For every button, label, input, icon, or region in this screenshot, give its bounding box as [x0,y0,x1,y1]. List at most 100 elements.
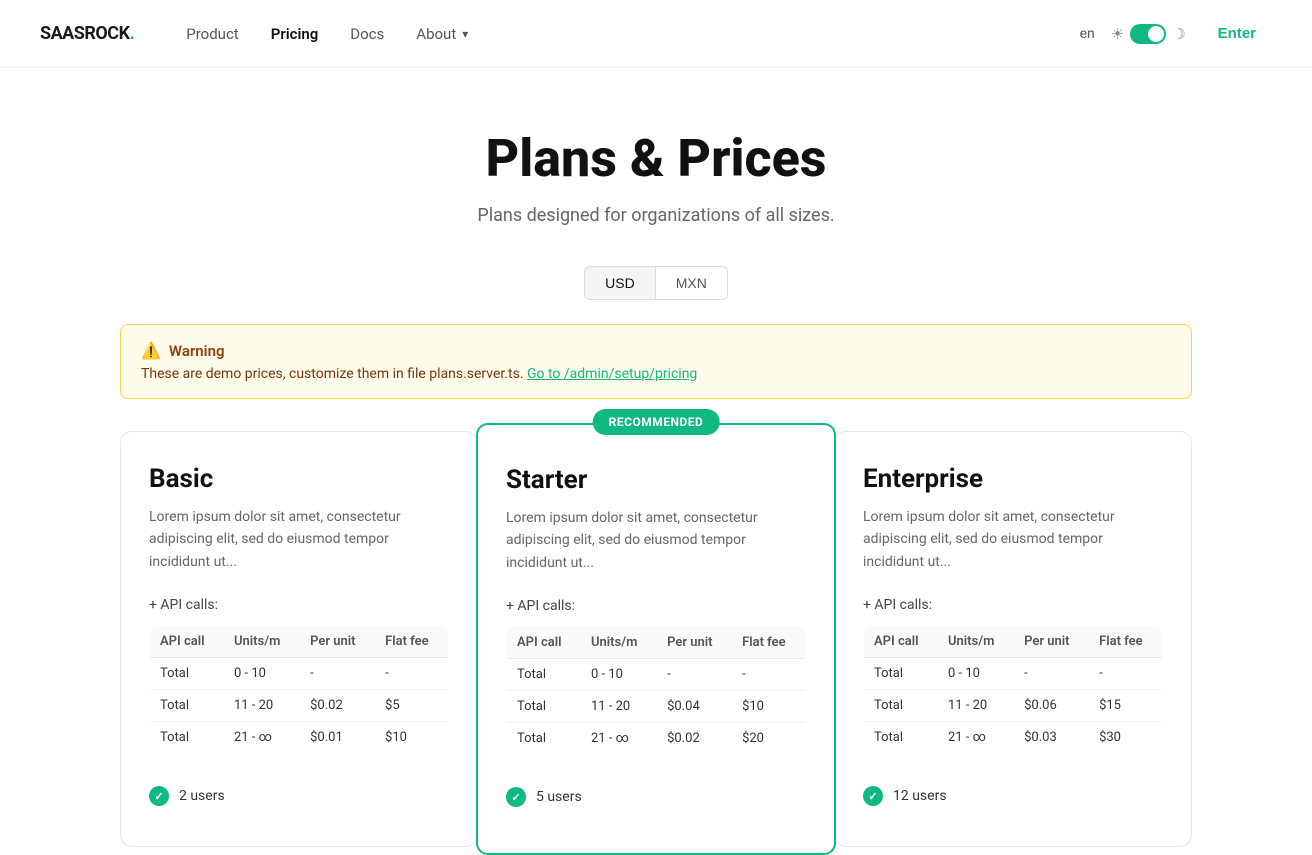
starter-col-perunit: Per unit [657,627,732,659]
nav-docs[interactable]: Docs [338,17,396,51]
currency-usd[interactable]: USD [584,266,656,300]
basic-row0-units: 0 - 10 [224,658,300,690]
starter-row2-flatfee: $20 [732,723,805,755]
logo-rock: ROCK [84,23,129,44]
enterprise-col-flatfee: Flat fee [1089,626,1162,658]
table-row: Total 21 - ∞ $0.01 $10 [150,722,449,754]
basic-row2-flatfee: $10 [375,722,448,754]
enterprise-row2-call: Total [864,722,938,754]
starter-feature-users: 5 users [506,779,806,815]
theme-toggle-switch[interactable] [1130,24,1166,44]
toggle-knob [1148,26,1164,42]
plan-basic-name: Basic [149,464,449,494]
plan-starter-api-label: + API calls: [506,598,806,614]
plan-enterprise-name: Enterprise [863,464,1163,494]
enterprise-row0-flatfee: - [1089,658,1162,690]
plan-basic: Basic Lorem ipsum dolor sit amet, consec… [120,431,478,847]
chevron-down-icon: ▾ [462,27,468,41]
basic-col-units: Units/m [224,626,300,658]
plan-enterprise-description: Lorem ipsum dolor sit amet, consectetur … [863,506,1163,573]
starter-row0-call: Total [507,659,581,691]
starter-row0-units: 0 - 10 [581,659,657,691]
starter-users-label: 5 users [536,789,582,805]
navbar-left: SAASROCK. Product Pricing Docs About ▾ [40,17,480,51]
hero-section: Plans & Prices Plans designed for organi… [0,68,1312,266]
enterprise-col-units: Units/m [938,626,1014,658]
plan-basic-api-table: API call Units/m Per unit Flat fee Total… [149,625,449,754]
basic-row0-call: Total [150,658,224,690]
starter-col-api: API call [507,627,581,659]
hero-subtitle: Plans designed for organizations of all … [20,205,1292,226]
basic-row1-flatfee: $5 [375,690,448,722]
enterprise-row0-call: Total [864,658,938,690]
theme-toggle: ☀ ☽ [1111,24,1186,44]
plan-enterprise-api-label: + API calls: [863,597,1163,613]
nav-product[interactable]: Product [174,17,250,51]
basic-feature-users: 2 users [149,778,449,814]
warning-icon: ⚠️ [141,341,161,360]
check-icon [149,786,169,806]
logo: SAASROCK. [40,23,134,44]
plan-basic-api-label: + API calls: [149,597,449,613]
moon-icon: ☽ [1172,25,1185,43]
plan-starter-description: Lorem ipsum dolor sit amet, consectetur … [506,507,806,574]
language-selector[interactable]: en [1080,26,1095,42]
enter-button[interactable]: Enter [1202,17,1272,50]
table-row: Total 21 - ∞ $0.03 $30 [864,722,1163,754]
basic-row0-flatfee: - [375,658,448,690]
table-row: Total 0 - 10 - - [864,658,1163,690]
basic-row2-perunit: $0.01 [300,722,375,754]
plan-enterprise: Enterprise Lorem ipsum dolor sit amet, c… [834,431,1192,847]
basic-row1-perunit: $0.02 [300,690,375,722]
navbar-right: en ☀ ☽ Enter [1080,17,1272,50]
enterprise-row0-units: 0 - 10 [938,658,1014,690]
currency-mxn[interactable]: MXN [656,266,728,300]
warning-header: ⚠️ Warning [141,341,1171,360]
logo-dot: . [130,23,135,44]
starter-col-units: Units/m [581,627,657,659]
navbar: SAASROCK. Product Pricing Docs About ▾ e… [0,0,1312,68]
starter-row2-units: 21 - ∞ [581,723,657,755]
plan-starter: RECOMMENDED Starter Lorem ipsum dolor si… [476,423,836,855]
sun-icon: ☀ [1111,25,1124,43]
basic-row2-call: Total [150,722,224,754]
warning-text: These are demo prices, customize them in… [141,366,1171,382]
table-row: Total 11 - 20 $0.02 $5 [150,690,449,722]
enterprise-row2-perunit: $0.03 [1014,722,1089,754]
check-icon [506,787,526,807]
starter-row0-perunit: - [657,659,732,691]
hero-title: Plans & Prices [20,128,1292,189]
enterprise-row1-flatfee: $15 [1089,690,1162,722]
plan-starter-name: Starter [506,465,806,495]
starter-col-flatfee: Flat fee [732,627,805,659]
currency-tabs: USD MXN [584,266,728,300]
basic-row2-units: 21 - ∞ [224,722,300,754]
logo-saas: SAAS [40,23,84,44]
currency-section: USD MXN [0,266,1312,300]
table-row: Total 0 - 10 - - [507,659,806,691]
basic-col-flatfee: Flat fee [375,626,448,658]
nav-pricing[interactable]: Pricing [259,17,331,51]
basic-col-api: API call [150,626,224,658]
starter-row1-flatfee: $10 [732,691,805,723]
enterprise-row2-flatfee: $30 [1089,722,1162,754]
nav-about-label: About [416,25,456,43]
starter-row2-perunit: $0.02 [657,723,732,755]
plan-basic-description: Lorem ipsum dolor sit amet, consectetur … [149,506,449,573]
enterprise-users-label: 12 users [893,788,947,804]
table-row: Total 11 - 20 $0.04 $10 [507,691,806,723]
starter-row1-perunit: $0.04 [657,691,732,723]
enterprise-feature-users: 12 users [863,778,1163,814]
basic-row1-call: Total [150,690,224,722]
enterprise-row2-units: 21 - ∞ [938,722,1014,754]
enterprise-row1-perunit: $0.06 [1014,690,1089,722]
table-row: Total 0 - 10 - - [150,658,449,690]
plan-starter-api-table: API call Units/m Per unit Flat fee Total… [506,626,806,755]
starter-row2-call: Total [507,723,581,755]
nav-about[interactable]: About ▾ [404,17,480,51]
warning-link[interactable]: Go to /admin/setup/pricing [527,366,697,382]
enterprise-col-perunit: Per unit [1014,626,1089,658]
warning-title: Warning [169,342,225,360]
plans-container: Basic Lorem ipsum dolor sit amet, consec… [120,431,1192,847]
enterprise-row1-call: Total [864,690,938,722]
